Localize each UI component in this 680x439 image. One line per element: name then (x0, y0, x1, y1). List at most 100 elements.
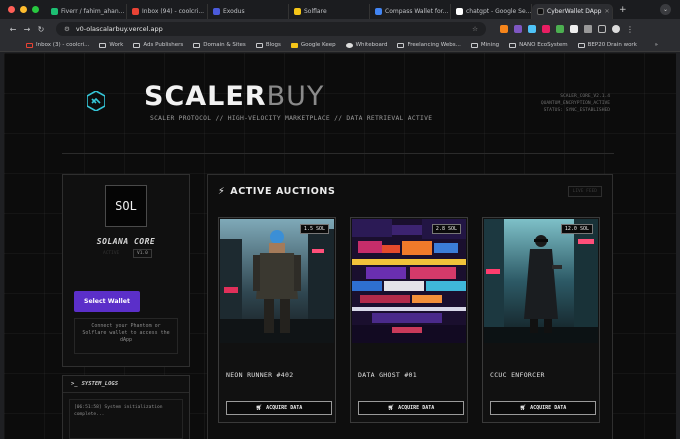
tab-search-chevron-icon[interactable]: ⌄ (660, 4, 671, 15)
bookmark-star-icon[interactable]: ☆ (472, 25, 478, 33)
folder-icon (577, 42, 585, 48)
extensions-puzzle-icon[interactable] (584, 25, 592, 33)
extension-icon[interactable] (556, 25, 564, 33)
bookmark-item[interactable]: Mining (470, 42, 499, 48)
nft-artwork (352, 219, 466, 343)
terminal-icon: >_ (71, 381, 78, 387)
acquire-data-button[interactable]: 🛒︎ ACQUIRE DATA (490, 401, 596, 415)
bookmark-item[interactable]: Whiteboard (345, 42, 387, 48)
minimize-window-button[interactable] (20, 6, 27, 13)
live-feed-badge: LIVE FEED (567, 186, 602, 197)
folder-icon (133, 42, 141, 48)
sol-badge: SOL (105, 185, 147, 227)
extensions-area: ⋮ (500, 25, 634, 34)
bookmark-item[interactable]: Google Keep (290, 42, 336, 48)
site-info-icon[interactable]: ⚙ (64, 25, 70, 33)
tab-gmail[interactable]: Inbox (94) - coolcri... (127, 3, 208, 19)
acquire-label: ACQUIRE DATA (398, 405, 435, 411)
fiverr-favicon-icon (51, 7, 58, 15)
acquire-data-button[interactable]: 🛒︎ ACQUIRE DATA (226, 401, 332, 415)
keep-icon (290, 42, 298, 48)
tab-title: Fiverr / fahim_ahan... (61, 7, 125, 15)
auction-card[interactable]: 1.5 SOL NEON RUNNER #402 🛒︎ ACQUIRE DATA (218, 217, 336, 423)
active-auctions-panel: ⚡ ACTIVE AUCTIONS LIVE FEED 1.5 SOL NEON… (207, 174, 613, 439)
compass-favicon-icon (375, 7, 382, 15)
tab-compass[interactable]: Compass Wallet for... (370, 3, 451, 19)
logs-output: [06:51:58] System initialization complet… (69, 399, 183, 439)
tab-exodus[interactable]: Exodus (208, 3, 289, 19)
maximize-window-button[interactable] (32, 6, 39, 13)
bookmark-item[interactable]: NANO EcoSystem (509, 42, 568, 48)
brand-accent: BUY (266, 81, 325, 112)
bookmark-item[interactable]: Ads Publishers (133, 42, 183, 48)
gmail-favicon-icon (132, 7, 139, 15)
header-divider (62, 153, 614, 154)
folder-icon (255, 42, 263, 48)
bookmark-item[interactable]: Freelancing Webs... (397, 42, 461, 48)
extension-icon[interactable] (570, 25, 578, 33)
more-bookmarks-chevron-icon[interactable]: » (655, 42, 658, 48)
new-tab-plus-icon[interactable]: + (613, 5, 627, 15)
solflare-favicon-icon (294, 7, 301, 15)
cart-icon: 🛒︎ (519, 405, 527, 411)
card-title: CCUC ENFORCER (490, 371, 545, 379)
logs-header: >_ SYSTEM_LOGS (63, 376, 189, 393)
bookmark-item[interactable]: Domain & Sites (193, 42, 246, 48)
auctions-header: ⚡ ACTIVE AUCTIONS (218, 186, 335, 197)
select-wallet-button[interactable]: Select Wallet (74, 291, 140, 312)
sidepanel-icon[interactable] (598, 25, 606, 33)
address-bar[interactable]: ⚙ v0-olascalarbuy.vercel.app ☆ (56, 22, 486, 36)
tab-solflare[interactable]: Solflare (289, 3, 370, 19)
extension-icon[interactable] (542, 25, 550, 33)
extension-icon[interactable] (514, 25, 522, 33)
auction-card[interactable]: 12.0 SOL CCUC ENFORCER 🛒︎ ACQUIRE DATA (482, 217, 600, 423)
log-line: complete... (74, 412, 105, 417)
profile-name: SOLANA CORE (96, 237, 156, 246)
cyberwallet-favicon-icon (537, 7, 544, 15)
folder-icon (397, 42, 405, 48)
extension-icon[interactable] (528, 25, 536, 33)
bookmark-item[interactable]: Blogs (255, 42, 281, 48)
sys-line: QUANTUM_ENCRYPTION_ACTIVE (540, 101, 610, 106)
acquire-data-button[interactable]: 🛒︎ ACQUIRE DATA (358, 401, 464, 415)
extension-icon[interactable] (500, 25, 508, 33)
browser-menu-icon[interactable]: ⋮ (626, 25, 634, 34)
google-favicon-icon (456, 7, 463, 15)
tab-title: Compass Wallet for... (385, 7, 449, 15)
folder-icon (509, 42, 517, 48)
exodus-favicon-icon (213, 7, 220, 15)
acquire-label: ACQUIRE DATA (530, 405, 567, 411)
profile-avatar[interactable] (612, 25, 620, 33)
close-tab-icon[interactable]: ✕ (604, 8, 609, 15)
tab-title: CyberWallet DApp (547, 7, 602, 15)
folder-icon (193, 42, 201, 48)
auctions-title: ACTIVE AUCTIONS (230, 186, 336, 197)
tab-title: Solflare (304, 7, 327, 15)
ccuc-enforcer-image (484, 219, 598, 343)
system-logs-panel: >_ SYSTEM_LOGS [06:51:58] System initial… (62, 375, 190, 439)
auction-card[interactable]: 2.8 SOL DATA GHOST #01 🛒︎ ACQUIRE DATA (350, 217, 468, 423)
folder-icon (99, 42, 107, 48)
forward-arrow-icon[interactable]: → (20, 25, 34, 34)
price-badge: 1.5 SOL (299, 224, 329, 234)
close-window-button[interactable] (8, 6, 15, 13)
gmail-icon (26, 42, 33, 48)
back-arrow-icon[interactable]: ← (6, 25, 20, 34)
tab-title: Exodus (223, 7, 245, 15)
bookmark-item[interactable]: Work (99, 42, 123, 48)
data-ghost-image (352, 219, 466, 343)
bookmark-item[interactable]: BEP20 Drain work (577, 42, 637, 48)
card-title: NEON RUNNER #402 (226, 371, 294, 379)
neon-runner-image (220, 219, 334, 343)
bookmark-item[interactable]: Inbox (3) - coolcri... (26, 42, 89, 48)
tagline: SCALER PROTOCOL // HIGH-VELOCITY MARKETP… (150, 115, 433, 122)
tab-fiverr[interactable]: Fiverr / fahim_ahan... (46, 3, 127, 19)
system-info: SCALER_CORE_V2.1.4 QUANTUM_ENCRYPTION_AC… (541, 93, 610, 114)
reload-icon[interactable]: ↻ (34, 25, 48, 34)
tab-google-search[interactable]: chatgpt - Google Se... (451, 3, 532, 19)
scalerbuy-logo-icon (87, 91, 105, 111)
folder-icon (470, 42, 478, 48)
tab-cyberwallet[interactable]: CyberWallet DApp ✕ (532, 3, 613, 19)
logs-title: SYSTEM_LOGS (81, 381, 119, 387)
sys-line: SCALER_CORE_V2.1.4 (560, 94, 610, 99)
